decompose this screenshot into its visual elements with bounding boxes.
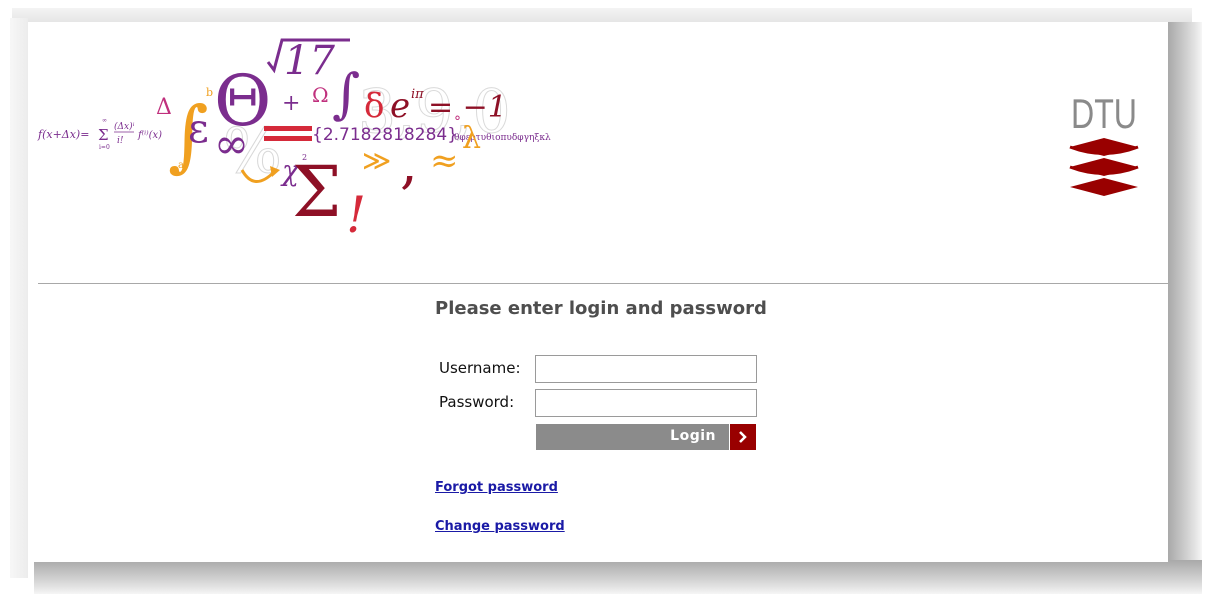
frame-shadow-left	[10, 18, 28, 578]
taylor-formula-lhs: f(x+Δx)=	[37, 128, 89, 141]
infinity-symbol: ∞	[214, 119, 249, 168]
epsilon-symbol: ε	[188, 106, 209, 152]
integral-upper: b	[206, 86, 213, 99]
plus-symbol: +	[282, 91, 300, 116]
degree-symbol: °	[454, 114, 461, 130]
sum-lower-limit: i=0	[99, 144, 110, 151]
small-delta-symbol: δ	[364, 86, 384, 126]
sum-upper-limit: ∞	[102, 117, 107, 124]
frame-shadow-right	[1168, 22, 1202, 570]
header-banner: % 3,9,0 f(x+Δx)= ∞ Σ i=0 (Δx)ⁱ i! f⁽ⁱ⁾(x…	[28, 22, 1168, 284]
login-button[interactable]: Login	[536, 424, 756, 450]
omega-symbol: Ω	[312, 83, 329, 107]
password-label: Password:	[439, 393, 515, 411]
math-formula-artwork: % 3,9,0 f(x+Δx)= ∞ Σ i=0 (Δx)ⁱ i! f⁽ⁱ⁾(x…	[37, 38, 551, 244]
comma-symbol: ,	[400, 131, 418, 196]
frame-shadow-bottom	[34, 560, 1202, 594]
chevron-right-icon-graphic	[739, 431, 747, 443]
dtu-logo-icon: DTU	[1064, 88, 1144, 200]
login-title: Please enter login and password	[435, 298, 767, 319]
svg-text:Σ: Σ	[98, 126, 109, 144]
exclamation-symbol: !	[346, 186, 366, 244]
fraction-denominator: i!	[117, 136, 124, 146]
username-label: Username:	[439, 359, 521, 377]
change-password-link[interactable]: Change password	[435, 519, 565, 534]
derivative-term: f⁽ⁱ⁾(x)	[137, 130, 162, 141]
login-button-label: Login	[670, 428, 716, 444]
fraction-numerator: (Δx)ⁱ	[114, 121, 135, 132]
integral-lower: a	[178, 160, 184, 171]
sigma-symbol: Σ	[292, 151, 342, 233]
chevron-right-icon	[729, 424, 756, 450]
approx-symbol: ≈	[430, 141, 459, 181]
login-page: % 3,9,0 f(x+Δx)= ∞ Σ i=0 (Δx)ⁱ i! f⁽ⁱ⁾(x…	[28, 22, 1168, 562]
frame-shadow-top	[12, 8, 1192, 22]
e-base: e	[390, 86, 410, 126]
forgot-password-link[interactable]: Forgot password	[435, 480, 558, 495]
lambda-symbol: λ	[462, 121, 481, 156]
dtu-logo-graphic: DTU	[1069, 90, 1139, 196]
equals-minus-one: = −1	[428, 90, 507, 125]
username-input[interactable]	[535, 355, 757, 383]
svg-text:∫: ∫	[332, 62, 360, 125]
dtu-logo-text: DTU	[1071, 90, 1137, 137]
sqrt-value: 17	[284, 38, 335, 84]
header-divider	[38, 283, 1168, 284]
much-greater-symbol: ≫	[362, 144, 391, 177]
e-exponent: iπ	[411, 87, 424, 102]
password-input[interactable]	[535, 389, 757, 417]
